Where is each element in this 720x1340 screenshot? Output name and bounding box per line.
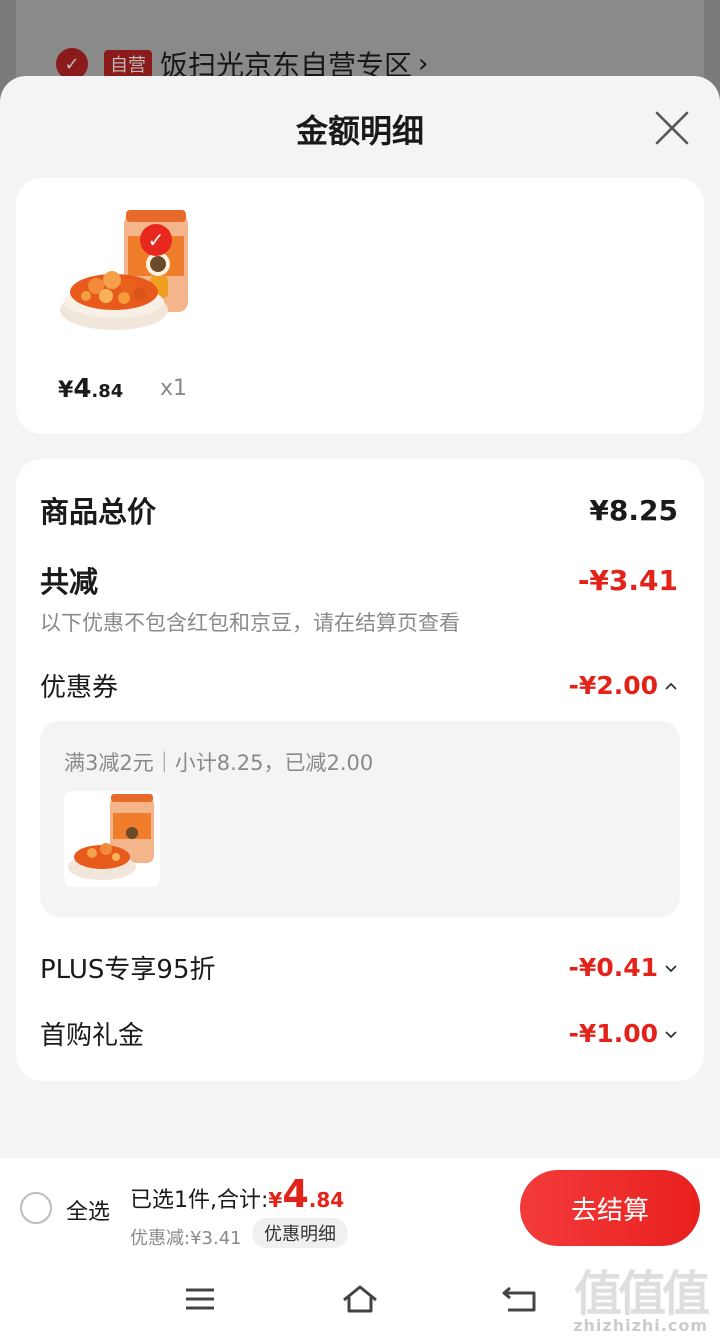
checkout-button[interactable]: 去结算	[520, 1170, 700, 1246]
plus-discount-value-wrap: -¥0.41	[569, 953, 678, 982]
product-quantity: x1	[160, 376, 188, 401]
select-all-checkbox[interactable]	[20, 1192, 52, 1224]
discount-note: 以下优惠不包含红包和京豆，请在结算页查看	[40, 611, 460, 635]
home-icon[interactable]	[340, 1282, 380, 1316]
coupon-label: 优惠券	[40, 673, 119, 703]
summary-prefix: 已选1件,合计:	[130, 1188, 269, 1213]
sum-symbol: ¥	[268, 1188, 283, 1212]
total-price-label: 商品总价	[40, 495, 157, 529]
coupon-description: 满3减2元｜小计8.25，已减2.00	[64, 751, 374, 775]
sum-decimal: .84	[308, 1188, 345, 1212]
chevron-down-icon[interactable]	[664, 963, 678, 973]
first-purchase-row[interactable]: 首购礼金 -¥1.00	[40, 1015, 678, 1052]
plus-discount-value: -¥0.41	[568, 953, 658, 982]
price-decimal: .84	[91, 381, 124, 402]
price-symbol: ¥	[58, 378, 74, 403]
product-image[interactable]	[56, 206, 206, 336]
plus-discount-row[interactable]: PLUS专享95折 -¥0.41	[40, 949, 678, 986]
coupon-product-image	[64, 791, 160, 887]
discount-summary: 优惠减:¥3.41	[130, 1228, 242, 1249]
sheet-title: 金额明细	[295, 112, 424, 150]
product-price: ¥4.84	[58, 374, 123, 404]
discount-detail-button[interactable]: 优惠明细	[252, 1218, 348, 1248]
total-price-row: 商品总价 ¥8.25	[40, 489, 678, 531]
coupon-value: -¥2.00	[568, 671, 658, 700]
sum-integer: 4	[282, 1172, 309, 1216]
back-icon[interactable]	[500, 1282, 540, 1316]
total-reduction-value: -¥3.41	[577, 563, 678, 597]
first-purchase-value: -¥1.00	[568, 1019, 658, 1048]
coupon-value-wrap: -¥2.00	[569, 671, 678, 700]
product-card: ✓ ¥4.84 x1	[16, 178, 704, 434]
total-reduction-label: 共减	[40, 565, 99, 599]
self-operated-tag: 自营	[104, 50, 152, 78]
total-reduction-row: 共减 -¥3.41	[40, 559, 678, 601]
menu-icon[interactable]	[180, 1282, 220, 1316]
chevron-down-icon[interactable]	[664, 1029, 678, 1039]
watermark-text: zhizhizhi.com	[573, 1316, 708, 1335]
close-icon[interactable]	[654, 110, 690, 146]
first-purchase-value-wrap: -¥1.00	[569, 1019, 678, 1048]
select-all-label[interactable]: 全选	[66, 1194, 110, 1226]
price-detail-card: 商品总价 ¥8.25 共减 -¥3.41 以下优惠不包含红包和京豆，请在结算页查…	[16, 459, 704, 1081]
selected-check-icon[interactable]: ✓	[140, 224, 172, 256]
coupon-detail-box: 满3减2元｜小计8.25，已减2.00	[40, 721, 680, 917]
site-watermark: 值值值 zhizhizhi.com	[564, 1254, 714, 1340]
price-integer: 4	[73, 374, 92, 404]
coupon-row[interactable]: 优惠券 -¥2.00	[40, 667, 678, 704]
checkout-bar: 全选 已选1件,合计: ¥ 4 .84 优惠减:¥3.41 优惠明细 去结算	[0, 1158, 720, 1258]
chevron-up-icon[interactable]	[664, 681, 678, 691]
watermark-glyphs: 值值值	[573, 1266, 710, 1322]
amount-detail-sheet: 金额明细 ✓ ¥4.84 x1 商品总价 ¥8.25 共减 -¥3.41 以下优…	[0, 76, 720, 1340]
first-purchase-label: 首购礼金	[40, 1021, 145, 1051]
plus-discount-label: PLUS专享95折	[40, 955, 216, 985]
order-summary: 已选1件,合计: ¥ 4 .84	[130, 1172, 344, 1216]
total-price-value: ¥8.25	[589, 493, 678, 527]
chevron-right-icon: ›	[418, 49, 429, 79]
